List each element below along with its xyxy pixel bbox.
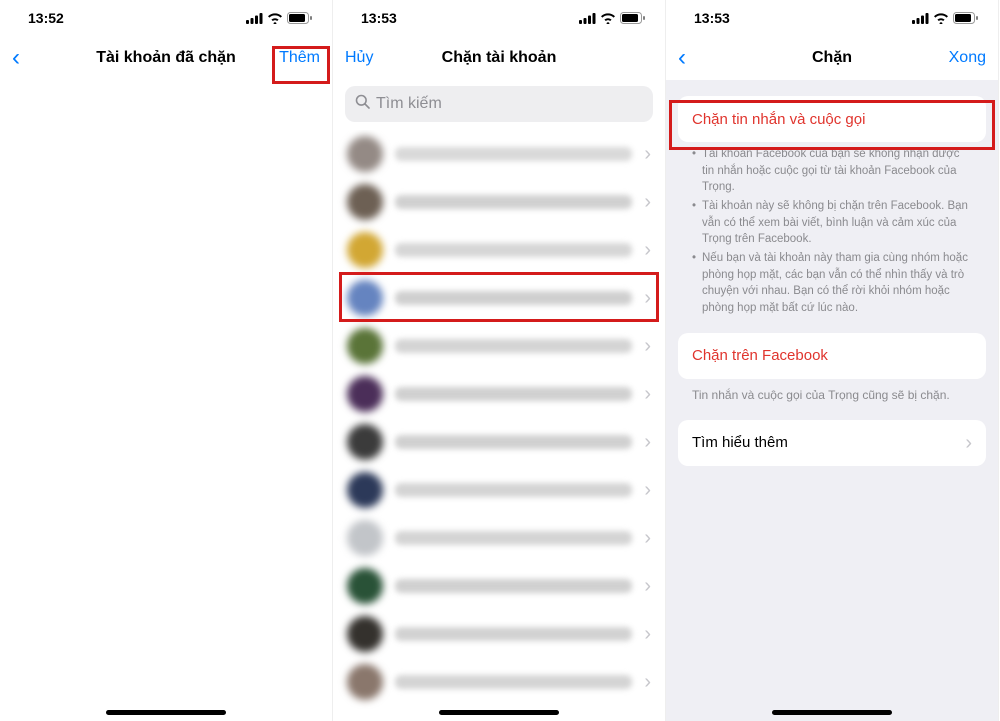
list-item[interactable]: › [333, 130, 665, 178]
search-placeholder: Tìm kiếm [376, 95, 442, 113]
signal-icon [912, 13, 929, 24]
chevron-right-icon: › [644, 480, 651, 500]
status-time: 13:53 [694, 0, 730, 36]
info-bullets: Tài khoản Facebook của bạn sẽ không nhận… [666, 142, 998, 317]
signal-icon [579, 13, 596, 24]
contact-name [395, 291, 632, 305]
nav-bar: Hủy Chặn tài khoản [333, 36, 665, 80]
block-on-facebook-button[interactable]: Chặn trên Facebook [692, 333, 972, 379]
contact-name [395, 627, 632, 641]
section-learn-more: Tìm hiểu thêm › [678, 420, 986, 466]
battery-icon [287, 12, 312, 24]
contact-name [395, 435, 632, 449]
list-item[interactable]: › [333, 466, 665, 514]
chevron-right-icon: › [644, 432, 651, 452]
list-item[interactable]: › [333, 610, 665, 658]
chevron-right-icon: › [644, 144, 651, 164]
nav-bar: ‹ Chặn Xong [666, 36, 998, 80]
home-indicator [106, 710, 226, 715]
status-bar: 13:52 [0, 0, 332, 36]
avatar [347, 328, 383, 364]
contacts-list: › › › › › › › › › › › › [333, 130, 665, 721]
avatar [347, 568, 383, 604]
nav-bar: ‹ Tài khoản đã chặn Thêm [0, 36, 332, 80]
chevron-left-icon: ‹ [12, 46, 20, 70]
avatar [347, 184, 383, 220]
contact-name [395, 483, 632, 497]
contact-name [395, 579, 632, 593]
chevron-right-icon: › [644, 384, 651, 404]
contact-name [395, 387, 632, 401]
list-item[interactable]: › [333, 178, 665, 226]
list-item[interactable]: › [333, 274, 665, 322]
status-bar: 13:53 [666, 0, 998, 36]
avatar [347, 136, 383, 172]
block-messages-calls-button[interactable]: Chặn tin nhắn và cuộc gọi [692, 96, 972, 142]
contact-name [395, 675, 632, 689]
battery-icon [953, 12, 978, 24]
cancel-button[interactable]: Hủy [345, 49, 395, 67]
wifi-icon [267, 13, 283, 24]
chevron-right-icon: › [644, 624, 651, 644]
fb-footnote: Tin nhắn và cuộc gọi của Trọng cũng sẽ b… [666, 379, 998, 404]
bullet-text: Tài khoản này sẽ không bị chặn trên Face… [692, 198, 972, 248]
learn-more-label: Tìm hiểu thêm [692, 434, 788, 451]
status-icons [579, 12, 645, 24]
section-block-fb: Chặn trên Facebook [678, 333, 986, 379]
status-time: 13:52 [28, 0, 64, 36]
status-bar: 13:53 [333, 0, 665, 36]
list-item[interactable]: › [333, 562, 665, 610]
battery-icon [620, 12, 645, 24]
contact-name [395, 339, 632, 353]
avatar [347, 520, 383, 556]
section-block-msgs: Chặn tin nhắn và cuộc gọi [678, 96, 986, 142]
home-indicator [439, 710, 559, 715]
avatar [347, 616, 383, 652]
contact-name [395, 531, 632, 545]
chevron-right-icon: › [644, 240, 651, 260]
contact-name [395, 243, 632, 257]
avatar [347, 280, 383, 316]
list-item[interactable]: › [333, 322, 665, 370]
add-button[interactable]: Thêm [270, 49, 320, 67]
search-input[interactable]: Tìm kiếm [345, 86, 653, 122]
chevron-right-icon: › [644, 528, 651, 548]
avatar [347, 232, 383, 268]
chevron-right-icon: › [965, 433, 972, 453]
bullet-text: Nếu bạn và tài khoản này tham gia cùng n… [692, 250, 972, 317]
back-button[interactable]: ‹ [678, 46, 728, 70]
chevron-right-icon: › [644, 336, 651, 356]
status-icons [912, 12, 978, 24]
done-button[interactable]: Xong [936, 49, 986, 67]
list-item[interactable]: › [333, 226, 665, 274]
wifi-icon [933, 13, 949, 24]
avatar [347, 376, 383, 412]
home-indicator [772, 710, 892, 715]
back-button[interactable]: ‹ [12, 46, 62, 70]
list-item[interactable]: › [333, 418, 665, 466]
list-item[interactable]: › [333, 370, 665, 418]
chevron-right-icon: › [644, 288, 651, 308]
status-time: 13:53 [361, 0, 397, 36]
learn-more-button[interactable]: Tìm hiểu thêm › [692, 420, 972, 466]
signal-icon [246, 13, 263, 24]
avatar [347, 472, 383, 508]
chevron-left-icon: ‹ [678, 46, 686, 70]
avatar [347, 424, 383, 460]
contact-name [395, 195, 632, 209]
chevron-right-icon: › [644, 576, 651, 596]
chevron-right-icon: › [644, 192, 651, 212]
bullet-text: Tài khoản Facebook của bạn sẽ không nhận… [692, 146, 972, 196]
status-icons [246, 12, 312, 24]
contact-name [395, 147, 632, 161]
avatar [347, 664, 383, 700]
wifi-icon [600, 13, 616, 24]
chevron-right-icon: › [644, 672, 651, 692]
list-item[interactable]: › [333, 658, 665, 706]
list-item[interactable]: › [333, 514, 665, 562]
search-icon [355, 94, 370, 114]
